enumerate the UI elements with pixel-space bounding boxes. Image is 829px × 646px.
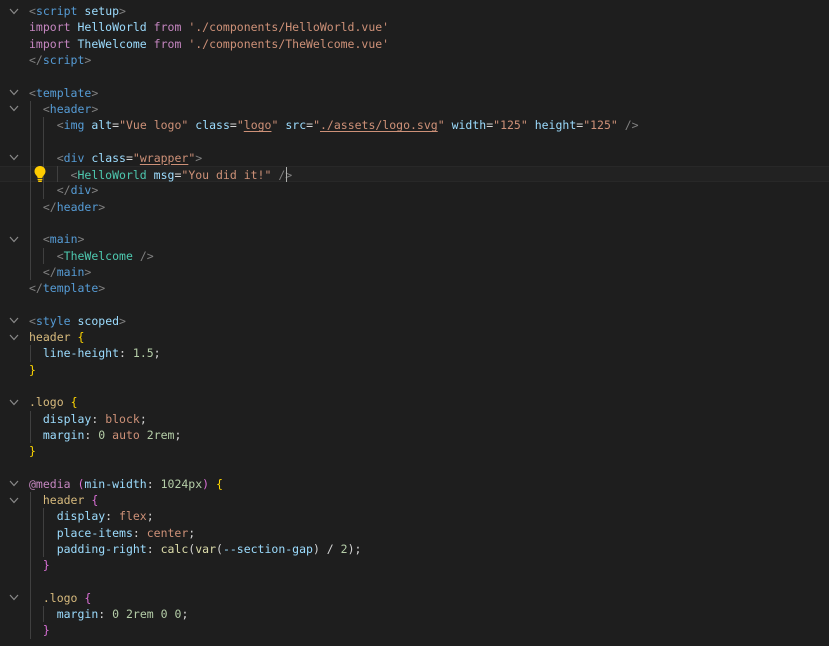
text-cursor <box>285 167 287 182</box>
code-text: <HelloWorld msg="You did it!" /> <box>70 168 293 182</box>
code-text: <template> <box>29 85 99 100</box>
code-line[interactable]: </div> <box>0 182 829 198</box>
code-line[interactable]: <img alt="Vue logo" class="logo" src="./… <box>0 117 829 133</box>
code-text: <main> <box>42 232 85 247</box>
code-text: .logo { <box>42 590 92 605</box>
code-text: import TheWelcome from './components/The… <box>29 36 390 51</box>
code-line[interactable]: <style scoped> <box>0 313 829 329</box>
code-text: <header> <box>42 101 99 116</box>
chevron-down-icon[interactable] <box>7 492 21 508</box>
chevron-down-icon[interactable] <box>7 150 21 166</box>
chevron-down-icon[interactable] <box>7 101 21 117</box>
code-line[interactable] <box>0 215 829 231</box>
code-line[interactable]: place-items: center; <box>0 525 829 541</box>
code-line[interactable] <box>0 296 829 312</box>
code-text: place-items: center; <box>56 525 196 540</box>
code-line[interactable]: display: flex; <box>0 508 829 524</box>
code-line[interactable] <box>0 68 829 84</box>
code-text: margin: 0 2rem 0 0; <box>56 607 189 622</box>
code-line[interactable] <box>0 378 829 394</box>
indent-guide <box>43 508 45 558</box>
code-text: <script setup> <box>29 4 126 18</box>
code-line[interactable]: display: block; <box>0 411 829 427</box>
indent-guide <box>43 117 45 199</box>
code-line[interactable]: <header> <box>0 101 829 117</box>
code-text: import HelloWorld from './components/Hel… <box>29 20 390 35</box>
indent-guide <box>30 410 31 444</box>
code-text: } <box>42 558 50 573</box>
indent-guide <box>43 247 45 264</box>
lightbulb-icon[interactable] <box>33 165 47 183</box>
code-line[interactable]: <script setup> <box>0 3 829 19</box>
code-line[interactable] <box>0 133 829 149</box>
code-line[interactable]: margin: 0 auto 2rem; <box>0 427 829 443</box>
indent-guide <box>30 100 31 281</box>
code-text: </script> <box>29 52 92 67</box>
chevron-down-icon[interactable] <box>7 476 21 492</box>
chevron-down-icon[interactable] <box>7 85 21 101</box>
code-line[interactable]: line-height: 1.5; <box>0 345 829 361</box>
code-line[interactable]: import TheWelcome from './components/The… <box>0 36 829 52</box>
code-text: } <box>29 444 36 459</box>
code-line[interactable]: padding-right: calc(var(--section-gap) /… <box>0 541 829 557</box>
code-line[interactable]: <main> <box>0 231 829 247</box>
code-text: </header> <box>42 199 106 214</box>
indent-guide <box>43 606 45 623</box>
code-line[interactable]: } <box>0 362 829 378</box>
chevron-down-icon[interactable] <box>7 3 21 19</box>
code-text: } <box>29 362 36 377</box>
code-line[interactable]: header { <box>0 492 829 508</box>
code-line[interactable]: header { <box>0 329 829 345</box>
code-line[interactable] <box>0 459 829 475</box>
code-line[interactable]: </template> <box>0 280 829 296</box>
chevron-down-icon[interactable] <box>7 590 21 606</box>
code-line[interactable]: import HelloWorld from './components/Hel… <box>0 19 829 35</box>
chevron-down-icon[interactable] <box>7 313 21 329</box>
code-text: <TheWelcome /> <box>56 248 154 263</box>
code-text: header { <box>42 493 99 507</box>
code-text: display: flex; <box>56 509 154 524</box>
code-line[interactable]: <template> <box>0 85 829 101</box>
code-text: <img alt="Vue logo" class="logo" src="./… <box>56 118 639 133</box>
indent-guide <box>56 166 58 183</box>
code-text: display: block; <box>42 411 147 426</box>
chevron-down-icon[interactable] <box>7 394 21 410</box>
code-line[interactable] <box>0 574 829 590</box>
code-line[interactable]: .logo { <box>0 590 829 606</box>
code-text: .logo { <box>29 395 78 410</box>
code-line[interactable]: } <box>0 443 829 459</box>
chevron-down-icon[interactable] <box>7 231 21 247</box>
code-line[interactable]: </script> <box>0 52 829 68</box>
code-text: <div class="wrapper"> <box>56 150 203 165</box>
indent-guide <box>30 345 31 362</box>
code-text: padding-right: calc(var(--section-gap) /… <box>56 541 362 556</box>
code-text: line-height: 1.5; <box>42 346 161 361</box>
code-editor[interactable]: <script setup> import HelloWorld from './… <box>0 0 829 646</box>
code-line[interactable]: <HelloWorld msg="You did it!" /> <box>0 166 829 183</box>
code-line[interactable]: .logo { <box>0 394 829 410</box>
code-text: <style scoped> <box>29 313 126 328</box>
code-line[interactable]: } <box>0 622 829 638</box>
code-text: @media (min-width: 1024px) { <box>29 476 223 491</box>
indent-guide <box>30 492 31 639</box>
code-text: } <box>42 623 50 638</box>
code-text: </main> <box>42 264 92 279</box>
code-line[interactable]: </header> <box>0 199 829 215</box>
code-line[interactable]: </main> <box>0 264 829 280</box>
code-text: </template> <box>29 281 106 296</box>
code-text: header { <box>29 330 85 344</box>
code-line[interactable]: } <box>0 557 829 573</box>
code-text: </div> <box>56 183 99 198</box>
code-text: margin: 0 auto 2rem; <box>42 427 182 442</box>
code-line[interactable]: <div class="wrapper"> <box>0 150 829 166</box>
code-line[interactable]: margin: 0 2rem 0 0; <box>0 606 829 622</box>
chevron-down-icon[interactable] <box>7 329 21 345</box>
code-line[interactable]: @media (min-width: 1024px) { <box>0 476 829 492</box>
code-line[interactable]: <TheWelcome /> <box>0 248 829 264</box>
